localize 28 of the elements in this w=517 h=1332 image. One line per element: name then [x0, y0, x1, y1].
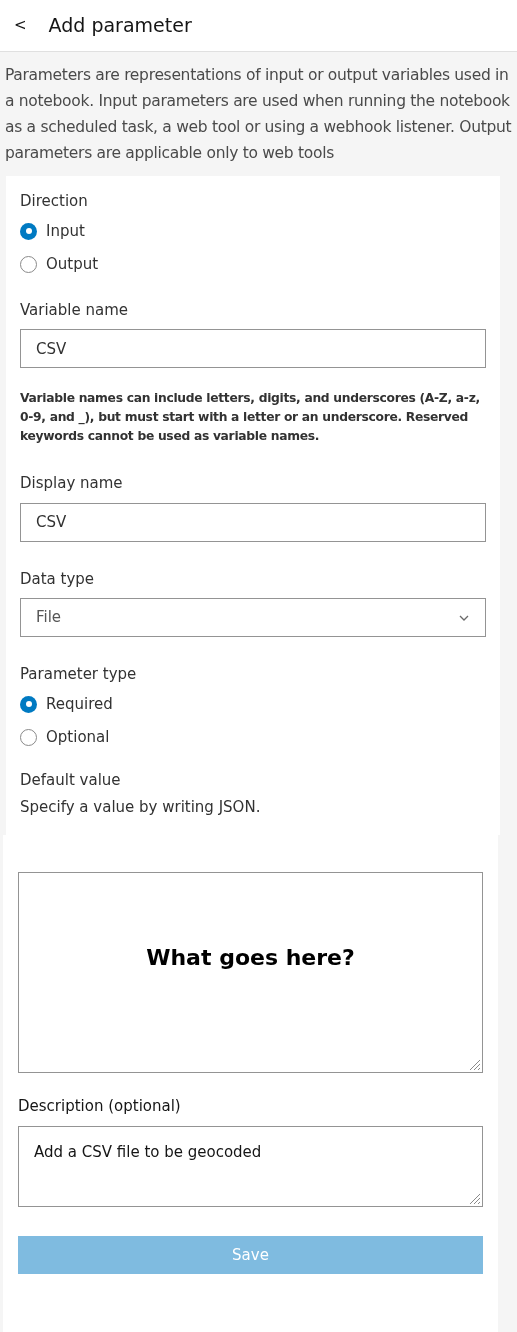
radio-button[interactable]	[20, 255, 37, 273]
radio-label: Input	[46, 220, 85, 242]
text-area[interactable]: What goes here?	[18, 871, 483, 1073]
chevron-down-icon	[458, 613, 470, 622]
data-type-dropdown[interactable]: File	[20, 598, 486, 637]
intro-text: Parameters are representations of input or output variables used in a notebook. Input parameters are used when running the notebook as a scheduled task, a web tool or using a webhook listener. Output parameters are applicable only to web tools	[4, 65, 513, 164]
radio-label: Required	[46, 693, 113, 715]
back-button[interactable]: <	[14, 14, 27, 37]
field-label: Variable name	[20, 299, 130, 321]
radio-button[interactable]	[20, 695, 37, 713]
field-label: Display name	[20, 473, 124, 494]
panel-title: Add parameter	[48, 13, 192, 39]
field-label: Default value	[20, 769, 122, 791]
resize-handle-icon[interactable]	[469, 1058, 481, 1071]
resize-handle-icon[interactable]	[469, 1193, 481, 1205]
field-label: Parameter type	[20, 664, 138, 685]
radio-label: Optional	[46, 726, 110, 748]
text-field[interactable]: CSV	[20, 502, 486, 542]
field-label: Description (optional)	[18, 1095, 182, 1117]
radio-button[interactable]	[20, 222, 37, 240]
field-label: Specify a value by writing JSON.	[20, 797, 262, 818]
text-field[interactable]: CSV	[20, 329, 486, 368]
radio-button[interactable]	[20, 728, 37, 746]
field-label: Data type	[20, 568, 96, 590]
text-area[interactable]: Add a CSV file to be geocoded	[18, 1126, 483, 1207]
field-label: Direction	[20, 191, 89, 212]
help-text: Variable names can include letters, digits, and underscores (A-Z, a-z, 0-9, and _), but must start with a letter or an underscore. Reserved keywords cannot be used as variable names.	[20, 390, 481, 445]
radio-label: Output	[46, 253, 99, 275]
